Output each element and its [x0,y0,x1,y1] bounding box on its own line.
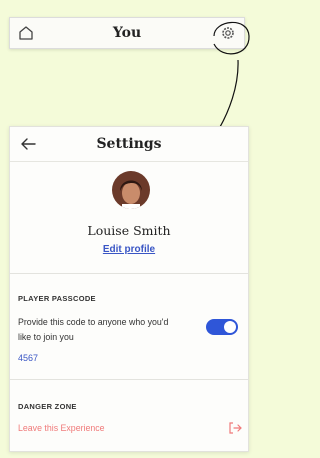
passcode-description: Provide this code to anyone who you'd li… [18,317,169,342]
leave-experience-button[interactable]: Leave this Experience [18,423,105,433]
gear-icon[interactable] [220,25,236,41]
divider [10,379,248,380]
exit-icon[interactable] [228,422,242,434]
passcode-value: 4567 [18,353,39,363]
divider [10,273,248,274]
passcode-toggle[interactable] [206,319,238,335]
edit-profile-link[interactable]: Edit profile [10,244,248,255]
settings-title: Settings [96,136,162,152]
home-icon[interactable] [18,25,34,41]
settings-header: Settings [10,127,248,162]
user-name: Louise Smith [87,223,171,238]
passcode-section-label: PLAYER PASSCODE [18,294,96,303]
avatar [112,171,150,209]
settings-panel: Settings Louise Smith Edit profile PLAYE… [9,126,249,452]
top-bar: You [9,17,245,49]
danger-section-label: DANGER ZONE [18,402,77,411]
page-title: You [112,25,142,41]
toggle-knob [224,321,236,333]
